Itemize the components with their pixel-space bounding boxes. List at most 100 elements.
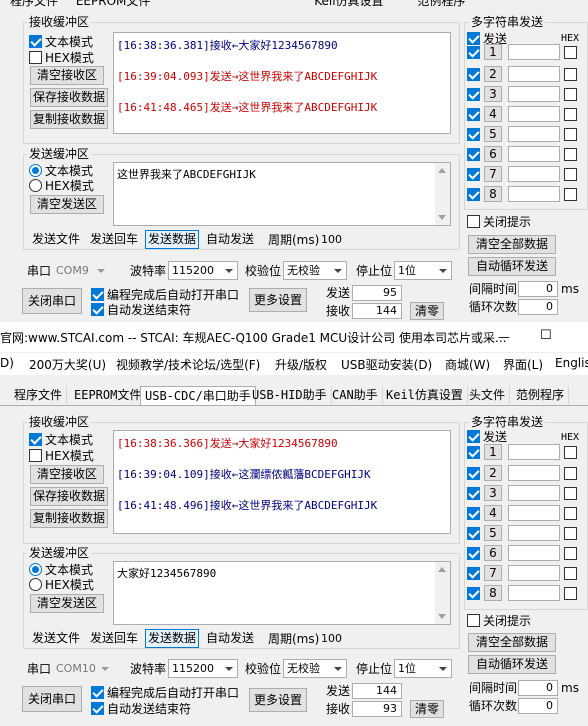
b-send-file-button[interactable]: 发送文件	[29, 629, 83, 648]
multi-row-3-send[interactable]: 3	[484, 86, 502, 102]
b-receive-text-area[interactable]: [16:38:36.366]发送→大家好1234567890 [16:39:04…	[113, 430, 451, 534]
multi-row-1-checkbox[interactable]	[467, 46, 480, 59]
b-multi-row-6-checkbox[interactable]	[467, 547, 480, 560]
stop-select[interactable]: 1位	[394, 261, 452, 280]
b-multi-row-5-hex[interactable]	[564, 527, 577, 540]
multi-row-4-send[interactable]: 4	[484, 106, 502, 122]
b-clear-send-button[interactable]: 清空发送区	[30, 594, 104, 613]
b-multi-row-8-hex[interactable]	[564, 587, 577, 600]
tab-header-file[interactable]: 头文件	[465, 386, 511, 405]
tab-examples[interactable]: 范例程序	[512, 386, 570, 405]
multi-row-8-checkbox[interactable]	[467, 188, 480, 201]
b-parity-select[interactable]: 无校验	[283, 659, 347, 678]
menu-item-7[interactable]: Englis	[555, 356, 588, 370]
multi-row-6-input[interactable]	[508, 146, 560, 162]
send-enter-button[interactable]: 发送回车	[87, 230, 141, 249]
send-scrollbar[interactable]	[435, 163, 450, 225]
send-hex-mode-radio[interactable]	[29, 179, 42, 192]
b-auto-loop-button[interactable]: 自动循环发送	[468, 655, 556, 674]
b-multi-row-1-hex[interactable]	[564, 446, 577, 459]
auto-send-button[interactable]: 自动发送	[203, 230, 257, 249]
multi-row-6-hex[interactable]	[564, 148, 577, 161]
b-send-text-mode-radio[interactable]	[29, 563, 42, 576]
multi-row-1-send[interactable]: 1	[484, 44, 502, 60]
interval-input[interactable]: 0	[518, 281, 558, 297]
receive-hex-mode-checkbox[interactable]	[29, 51, 42, 64]
top-tab-2[interactable]: Keil仿真设置	[314, 0, 383, 8]
multi-row-5-send[interactable]: 5	[484, 126, 502, 142]
multi-row-7-checkbox[interactable]	[467, 168, 480, 181]
multi-row-6-send[interactable]: 6	[484, 146, 502, 162]
b-multi-row-1-input[interactable]	[508, 444, 560, 460]
b-multi-row-4-checkbox[interactable]	[467, 507, 480, 520]
multi-row-2-input[interactable]	[508, 66, 560, 82]
b-multi-send-all-checkbox[interactable]	[467, 430, 480, 443]
menu-item-5[interactable]: 商城(W)	[445, 356, 490, 373]
multi-row-8-send[interactable]: 8	[484, 186, 502, 202]
b-send-enter-button[interactable]: 发送回车	[87, 629, 141, 648]
b-multi-row-8-send[interactable]: 8	[484, 585, 502, 601]
multi-send-all-checkbox[interactable]	[467, 32, 480, 45]
b-multi-row-7-send[interactable]: 7	[484, 565, 502, 581]
b-save-receive-button[interactable]: 保存接收数据	[30, 487, 108, 506]
top-tab-0[interactable]: 程序文件	[10, 0, 58, 8]
send-file-button[interactable]: 发送文件	[29, 230, 83, 249]
tab-program-file[interactable]: 程序文件	[10, 386, 68, 405]
b-loop-input[interactable]: 0	[518, 698, 558, 714]
b-port-select[interactable]: COM10	[52, 659, 114, 678]
auto-loop-button[interactable]: 自动循环发送	[468, 257, 556, 276]
tab-eeprom-file[interactable]: EEPROM文件	[70, 386, 147, 405]
b-multi-row-7-hex[interactable]	[564, 567, 577, 580]
send-text-area[interactable]: 这世界我来了ABCDEFGHIJK	[113, 162, 451, 226]
multi-row-4-input[interactable]	[508, 106, 560, 122]
b-multi-row-3-hex[interactable]	[564, 487, 577, 500]
clear-receive-button[interactable]: 清空接收区	[30, 66, 104, 85]
b-multi-row-5-input[interactable]	[508, 525, 560, 541]
b-send-hex-mode-radio[interactable]	[29, 578, 42, 591]
b-interval-input[interactable]: 0	[518, 680, 558, 696]
b-auto-send-end-checkbox[interactable]	[91, 702, 104, 715]
b-clear-count-button[interactable]: 清零	[410, 700, 444, 718]
multi-row-2-checkbox[interactable]	[467, 68, 480, 81]
multi-row-8-hex[interactable]	[564, 188, 577, 201]
multi-row-8-input[interactable]	[508, 186, 560, 202]
b-multi-row-3-send[interactable]: 3	[484, 485, 502, 501]
receive-text-area[interactable]: [16:38:36.381]接收←大家好1234567890 [16:39:04…	[113, 32, 451, 134]
parity-select[interactable]: 无校验	[283, 261, 347, 280]
multi-row-1-input[interactable]	[508, 44, 560, 60]
b-more-settings-button[interactable]: 更多设置	[249, 688, 307, 712]
top-tab-1[interactable]: EEPROM文件	[76, 0, 151, 8]
b-multi-row-2-hex[interactable]	[564, 467, 577, 480]
close-port-button[interactable]: 关闭串口	[22, 288, 82, 314]
b-close-port-button[interactable]: 关闭串口	[22, 686, 82, 712]
b-multi-row-3-checkbox[interactable]	[467, 487, 480, 500]
tab-usb-hid[interactable]: USB-HID助手	[248, 386, 332, 405]
menu-item-2[interactable]: 视频教学/技术论坛/选型(F)	[116, 356, 260, 373]
receive-text-mode-checkbox[interactable]	[29, 35, 42, 48]
menu-item-0[interactable]: D)	[0, 356, 14, 370]
b-send-data-button[interactable]: 发送数据	[145, 629, 199, 648]
multi-row-7-send[interactable]: 7	[484, 166, 502, 182]
multi-row-5-input[interactable]	[508, 126, 560, 142]
b-multi-row-3-input[interactable]	[508, 485, 560, 501]
loop-input[interactable]: 0	[518, 299, 558, 315]
clear-count-button[interactable]: 清零	[410, 302, 444, 320]
b-baud-select[interactable]: 115200	[168, 659, 238, 678]
b-send-text-area[interactable]: 大家好1234567890	[113, 561, 451, 625]
b-multi-row-4-send[interactable]: 4	[484, 505, 502, 521]
b-clear-all-button[interactable]: 清空全部数据	[468, 633, 556, 652]
multi-row-4-hex[interactable]	[564, 108, 577, 121]
b-multi-row-1-send[interactable]: 1	[484, 444, 502, 460]
b-close-tip-checkbox[interactable]	[467, 614, 480, 627]
b-clear-receive-button[interactable]: 清空接收区	[30, 465, 104, 484]
menu-item-1[interactable]: 200万大奖(U)	[29, 356, 106, 373]
multi-row-7-input[interactable]	[508, 166, 560, 182]
clear-all-button[interactable]: 清空全部数据	[468, 235, 556, 254]
b-auto-send-button[interactable]: 自动发送	[203, 629, 257, 648]
b-receive-text-mode-checkbox[interactable]	[29, 433, 42, 446]
b-period-input[interactable]: 100	[320, 631, 346, 647]
b-multi-row-4-input[interactable]	[508, 505, 560, 521]
multi-row-6-checkbox[interactable]	[467, 148, 480, 161]
multi-row-3-input[interactable]	[508, 86, 560, 102]
multi-row-5-checkbox[interactable]	[467, 128, 480, 141]
